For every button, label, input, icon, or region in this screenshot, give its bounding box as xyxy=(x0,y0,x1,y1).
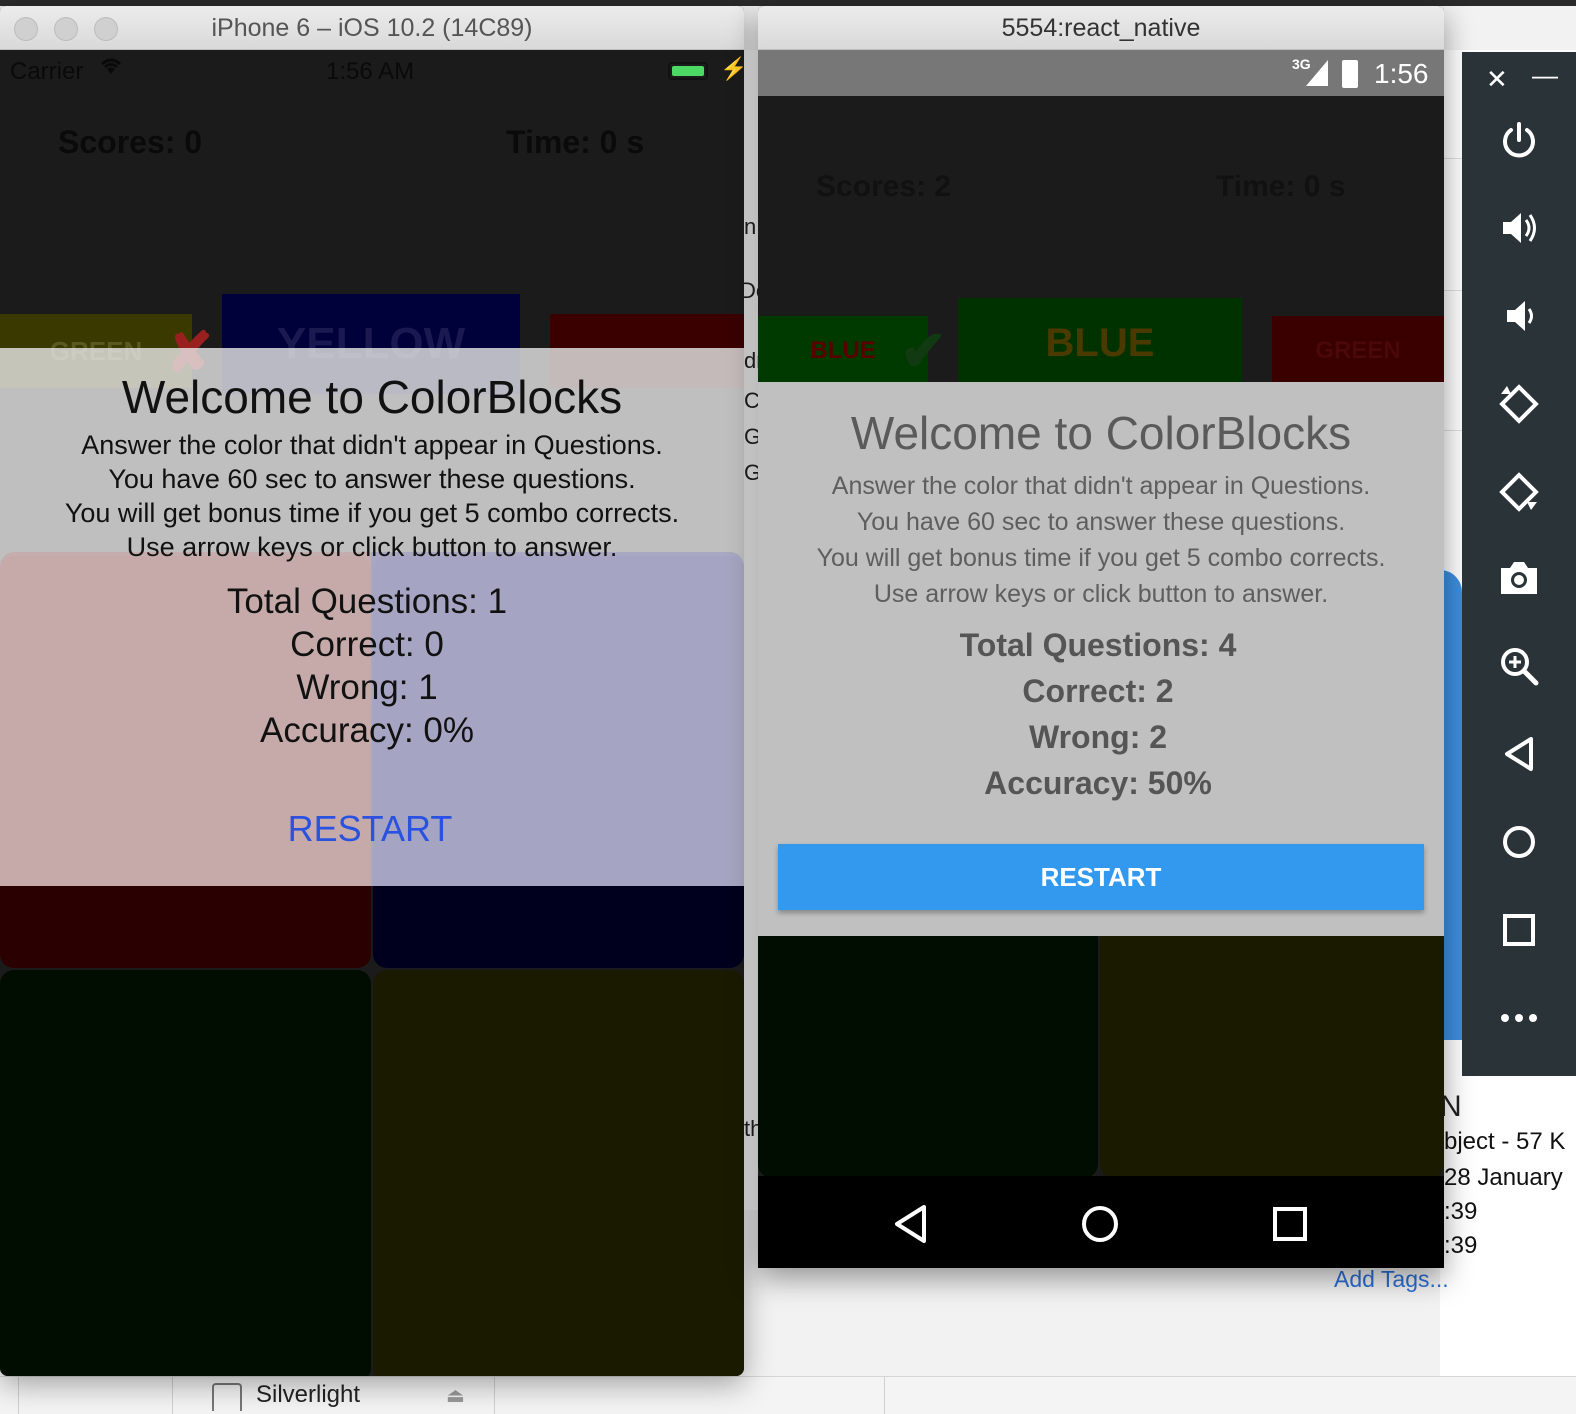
correct-mark-icon: ✔ xyxy=(900,319,947,382)
close-icon[interactable]: ✕ xyxy=(1486,64,1508,95)
stats-summary: Total Questions: 4 Correct: 2 Wrong: 2 A… xyxy=(758,622,1438,806)
battery-icon xyxy=(1342,60,1358,88)
time-label: Time: 0 s xyxy=(1216,170,1346,203)
emulator-toolbar: ✕ — xyxy=(1462,52,1576,1076)
answer-button-green[interactable] xyxy=(0,970,371,1376)
time-label: Time: 0 s xyxy=(506,124,645,160)
restart-button[interactable]: RESTART xyxy=(0,808,740,850)
modal-instruction: Use arrow keys or click button to answer… xyxy=(126,532,618,562)
info-time: :39 xyxy=(1444,1232,1478,1259)
question-block: BLUE xyxy=(958,298,1242,388)
window-titlebar: 5554:react_native xyxy=(758,6,1444,50)
modal-instruction: You will get bonus time if you get 5 com… xyxy=(816,544,1386,572)
status-time: 1:56 xyxy=(1374,58,1429,89)
disk-icon xyxy=(212,1383,242,1411)
ios-app-screen: Carrier 1:56 AM ⚡ Scores: 0 Time: 0 s GR… xyxy=(0,50,744,1376)
charging-icon: ⚡ xyxy=(720,56,744,81)
stat-correct: Correct: 2 xyxy=(1022,673,1174,709)
scores-label: Scores: 2 xyxy=(816,170,952,203)
info-date: 28 January xyxy=(1444,1164,1563,1191)
android-app-screen: Scores: 2 Time: 0 s BLUE ✔ BLUE GREEN We… xyxy=(758,96,1444,1176)
modal-instruction: Use arrow keys or click button to answer… xyxy=(873,580,1329,608)
rotate-right-icon[interactable] xyxy=(1462,462,1576,522)
modal-instruction: You have 60 sec to answer these question… xyxy=(856,508,1346,536)
stat-accuracy: Accuracy: 0% xyxy=(260,711,474,750)
eject-icon[interactable]: ⏏ xyxy=(446,1383,465,1408)
scores-label: Scores: 0 xyxy=(58,124,203,160)
stat-correct: Correct: 0 xyxy=(290,625,444,664)
modal-title: Welcome to ColorBlocks xyxy=(850,407,1352,459)
divider xyxy=(172,1377,173,1414)
add-tags-link[interactable]: Add Tags... xyxy=(1334,1266,1449,1293)
stats-summary: Total Questions: 1 Correct: 0 Wrong: 1 A… xyxy=(0,580,734,752)
signal-icon xyxy=(1306,60,1328,86)
modal-instruction: You will get bonus time if you get 5 com… xyxy=(64,498,680,528)
question-block: GREEN xyxy=(1272,316,1444,386)
power-icon[interactable] xyxy=(1462,110,1576,170)
divider xyxy=(18,1377,19,1414)
rotate-left-icon[interactable] xyxy=(1462,374,1576,434)
restart-button[interactable]: RESTART xyxy=(778,844,1424,910)
more-icon[interactable] xyxy=(1462,988,1576,1048)
divider xyxy=(494,1377,495,1414)
question-block-label: BLUE xyxy=(810,337,876,364)
stat-accuracy: Accuracy: 50% xyxy=(984,765,1212,801)
background-text: n xyxy=(744,214,757,239)
android-navigation-bar xyxy=(758,1176,1444,1268)
info-kind: bject - 57 K xyxy=(1444,1128,1566,1155)
modal-instruction: Answer the color that didn't appear in Q… xyxy=(831,472,1371,500)
volume-down-icon[interactable] xyxy=(1462,286,1576,346)
minimize-icon[interactable]: — xyxy=(1532,60,1558,91)
window-titlebar: iPhone 6 – iOS 10.2 (14C89) xyxy=(0,6,744,50)
back-icon[interactable] xyxy=(1462,724,1576,784)
status-time: 1:56 AM xyxy=(326,58,415,85)
answer-button-yellow[interactable] xyxy=(373,970,744,1376)
zoom-icon[interactable] xyxy=(1462,636,1576,696)
finder-item-silverlight[interactable]: Silverlight xyxy=(256,1381,360,1409)
overview-icon[interactable] xyxy=(1462,900,1576,960)
volume-up-icon[interactable] xyxy=(1462,198,1576,258)
welcome-modal: Welcome to ColorBlocks Answer the color … xyxy=(758,382,1444,936)
modal-instruction: Answer the color that didn't appear in Q… xyxy=(81,430,663,460)
stat-total-questions: Total Questions: 1 xyxy=(226,582,508,621)
window-title: 5554:react_native xyxy=(1001,14,1201,42)
question-block-label: GREEN xyxy=(1315,337,1401,364)
ios-status-bar: Carrier 1:56 AM ⚡ xyxy=(0,50,744,90)
modal-title: Welcome to ColorBlocks xyxy=(121,371,623,423)
carrier-label: Carrier xyxy=(10,58,84,85)
battery-icon xyxy=(668,62,708,80)
stat-wrong: Wrong: 2 xyxy=(1028,719,1168,755)
stat-wrong: Wrong: 1 xyxy=(296,668,438,707)
divider xyxy=(884,1377,885,1414)
nav-home-icon[interactable] xyxy=(1078,1202,1122,1246)
question-block-label: BLUE xyxy=(1045,320,1155,365)
camera-icon[interactable] xyxy=(1462,548,1576,608)
nav-overview-icon[interactable] xyxy=(1268,1202,1312,1246)
modal-instruction: You have 60 sec to answer these question… xyxy=(108,464,636,494)
welcome-modal: Welcome to ColorBlocks Answer the color … xyxy=(0,348,744,886)
answer-button-green[interactable] xyxy=(758,926,1098,1176)
answer-button-yellow[interactable] xyxy=(1100,926,1444,1176)
wifi-icon xyxy=(98,56,124,82)
nav-back-icon[interactable] xyxy=(888,1202,932,1246)
window-title: iPhone 6 – iOS 10.2 (14C89) xyxy=(211,14,533,42)
info-time: :39 xyxy=(1444,1198,1478,1225)
android-status-bar: 3G 1:56 xyxy=(758,50,1444,96)
ios-simulator-window: iPhone 6 – iOS 10.2 (14C89) Carrier 1:56… xyxy=(0,6,744,1376)
home-icon[interactable] xyxy=(1462,812,1576,872)
finder-sidebar-strip: Silverlight ⏏ xyxy=(0,1376,1576,1414)
android-emulator-window: 5554:react_native 3G 1:56 Scores: 2 Time… xyxy=(758,6,1444,1268)
stat-total-questions: Total Questions: 4 xyxy=(959,627,1237,663)
